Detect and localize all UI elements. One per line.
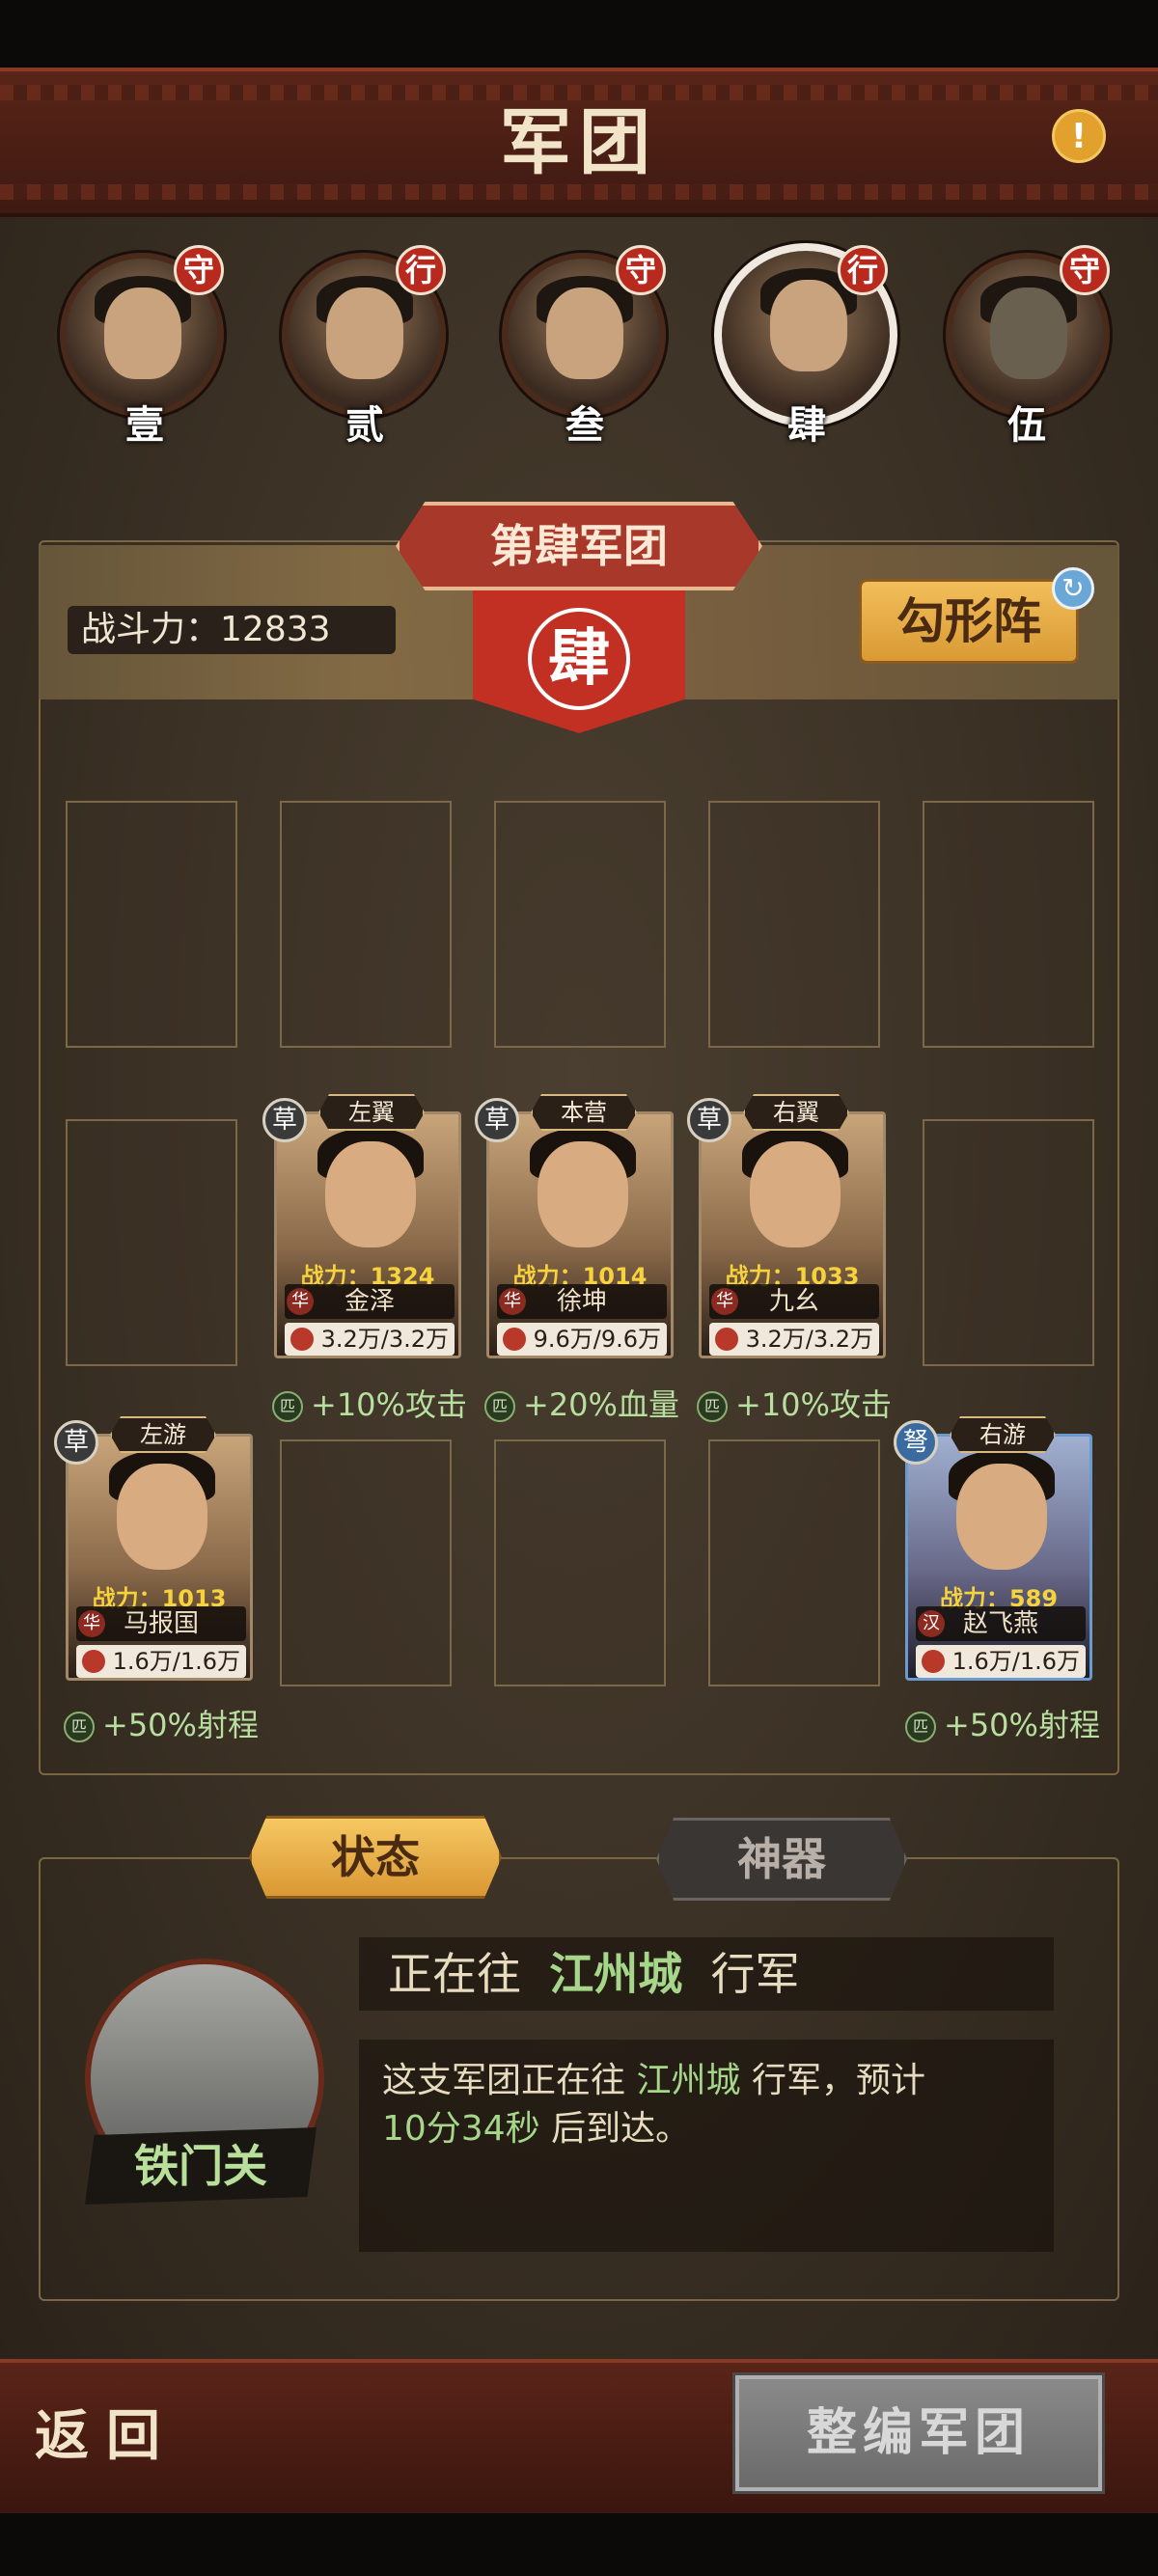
troop-type-icon: 草 [262, 1098, 307, 1142]
hero-face [104, 288, 181, 379]
legion-name-banner: 第肆军团 [396, 502, 762, 590]
faction-icon: 华 [499, 1288, 526, 1315]
formation-slot[interactable] [494, 801, 666, 1048]
formation-slot[interactable] [280, 1439, 452, 1686]
hero-number-2: 贰 [345, 403, 384, 448]
arrival-time: 10分34秒 [382, 2109, 540, 2149]
formation-slot[interactable] [708, 1439, 880, 1686]
back-button[interactable]: 返回 [35, 2388, 228, 2484]
current-city-label: 铁门关 [85, 2127, 317, 2205]
bonus-value: +50%射程 [102, 1707, 259, 1743]
march-suffix: 行军 [710, 1948, 800, 2000]
bonus-text: 匹 +50%射程 [64, 1704, 259, 1746]
hero-number-3: 叁 [565, 403, 604, 448]
hp-icon [922, 1650, 945, 1673]
tab-artifact[interactable]: 神器 [656, 1818, 907, 1901]
faction-icon: 华 [78, 1610, 105, 1637]
general-face [538, 1141, 628, 1247]
position-tag: 右游 [950, 1416, 1056, 1453]
general-face [117, 1464, 207, 1570]
hero-number-4: 肆 [787, 403, 826, 448]
troop-type-icon: 草 [54, 1420, 98, 1465]
bonus-icon: 匹 [697, 1391, 728, 1422]
hp-icon [82, 1650, 105, 1673]
general-card-right-flank[interactable]: 战力：589 赵飞燕 汉 1.6万/1.6万 [905, 1434, 1092, 1681]
status-bar [0, 0, 1158, 68]
position-tag: 本营 [531, 1094, 637, 1131]
hero-face [770, 280, 847, 371]
page-title: 军团 [500, 101, 658, 184]
troop-type-icon: 草 [475, 1098, 519, 1142]
hp-icon [503, 1328, 526, 1351]
desc-middle: 行军，预计 [751, 2061, 925, 2100]
formation-slot[interactable] [923, 1119, 1094, 1366]
hp-icon [715, 1328, 738, 1351]
hp-icon [290, 1328, 314, 1351]
general-card-left-flank[interactable]: 战力：1013 马报国 华 1.6万/1.6万 [66, 1434, 253, 1681]
formation-slot[interactable] [494, 1439, 666, 1686]
hero-face [326, 288, 403, 379]
bonus-icon: 匹 [905, 1712, 936, 1742]
march-description: 这支军团正在往 江州城 行军，预计 10分34秒 后到达。 [359, 2040, 1054, 2252]
faction-icon: 华 [711, 1288, 738, 1315]
formation-slot[interactable] [708, 801, 880, 1048]
hero-number-5: 伍 [1007, 403, 1046, 448]
combat-power: 战斗力：12833 [68, 606, 396, 654]
formation-slot[interactable] [923, 801, 1094, 1048]
troop-type-icon: 草 [687, 1098, 731, 1142]
march-status: 正在往 江州城 行军 [359, 1937, 1054, 2011]
march-prefix: 正在往 [388, 1948, 521, 2000]
general-face [750, 1141, 841, 1247]
formation-button[interactable]: 勾形阵 [859, 579, 1079, 664]
march-destination: 江州城 [549, 1948, 683, 2000]
general-card-main-camp[interactable]: 战力：1014 徐坤 华 9.6万/9.6万 [486, 1111, 674, 1358]
general-face [956, 1464, 1047, 1570]
bonus-icon: 匹 [64, 1712, 95, 1742]
general-card-left-wing[interactable]: 战力：1324 金泽 华 3.2万/3.2万 [274, 1111, 461, 1358]
bonus-text: 匹 +50%射程 [905, 1704, 1100, 1746]
bonus-text: 匹 +10%攻击 [272, 1384, 467, 1426]
hero-status-badge-4: 行 [838, 245, 888, 295]
bonus-icon: 匹 [272, 1391, 303, 1422]
hero-status-badge-1: 守 [174, 245, 224, 295]
hero-face [546, 288, 623, 379]
faction-icon: 华 [287, 1288, 314, 1315]
combat-power-value: 12833 [220, 610, 331, 649]
formation-slot[interactable] [66, 801, 237, 1048]
faction-icon: 汉 [918, 1610, 945, 1637]
bonus-text: 匹 +10%攻击 [697, 1384, 892, 1426]
exclamation-icon[interactable]: ! [1052, 109, 1106, 163]
bonus-text: 匹 +20%血量 [484, 1384, 679, 1426]
hero-face [990, 288, 1067, 379]
bonus-value: +10%攻击 [735, 1386, 892, 1423]
hero-status-badge-3: 守 [616, 245, 666, 295]
navigation-bar [0, 2513, 1158, 2576]
refresh-icon[interactable]: ↻ [1052, 567, 1094, 610]
general-face [325, 1141, 416, 1247]
reorganize-legion-button[interactable]: 整编军团 [732, 2372, 1105, 2494]
position-tag: 右翼 [743, 1094, 849, 1131]
desc-prefix: 这支军团正在往 [382, 2061, 626, 2100]
formation-slot[interactable] [66, 1119, 237, 1366]
troop-type-icon: 弩 [894, 1420, 938, 1465]
position-tag: 左翼 [318, 1094, 425, 1131]
desc-suffix: 后到达。 [551, 2109, 691, 2149]
bonus-value: +20%血量 [523, 1386, 679, 1423]
hero-status-badge-2: 行 [396, 245, 446, 295]
tab-status[interactable]: 状态 [249, 1816, 502, 1899]
bonus-value: +50%射程 [944, 1707, 1100, 1743]
formation-slot[interactable] [280, 801, 452, 1048]
position-tag: 左游 [110, 1416, 216, 1453]
bonus-icon: 匹 [484, 1391, 515, 1422]
general-card-right-wing[interactable]: 战力：1033 九幺 华 3.2万/3.2万 [699, 1111, 886, 1358]
bonus-value: +10%攻击 [311, 1386, 467, 1423]
hero-number-1: 壹 [125, 403, 164, 448]
desc-city: 江州城 [636, 2061, 741, 2100]
hero-status-badge-5: 守 [1060, 245, 1110, 295]
legion-seal: 肆 [528, 608, 630, 710]
combat-power-label: 战斗力： [81, 610, 221, 649]
